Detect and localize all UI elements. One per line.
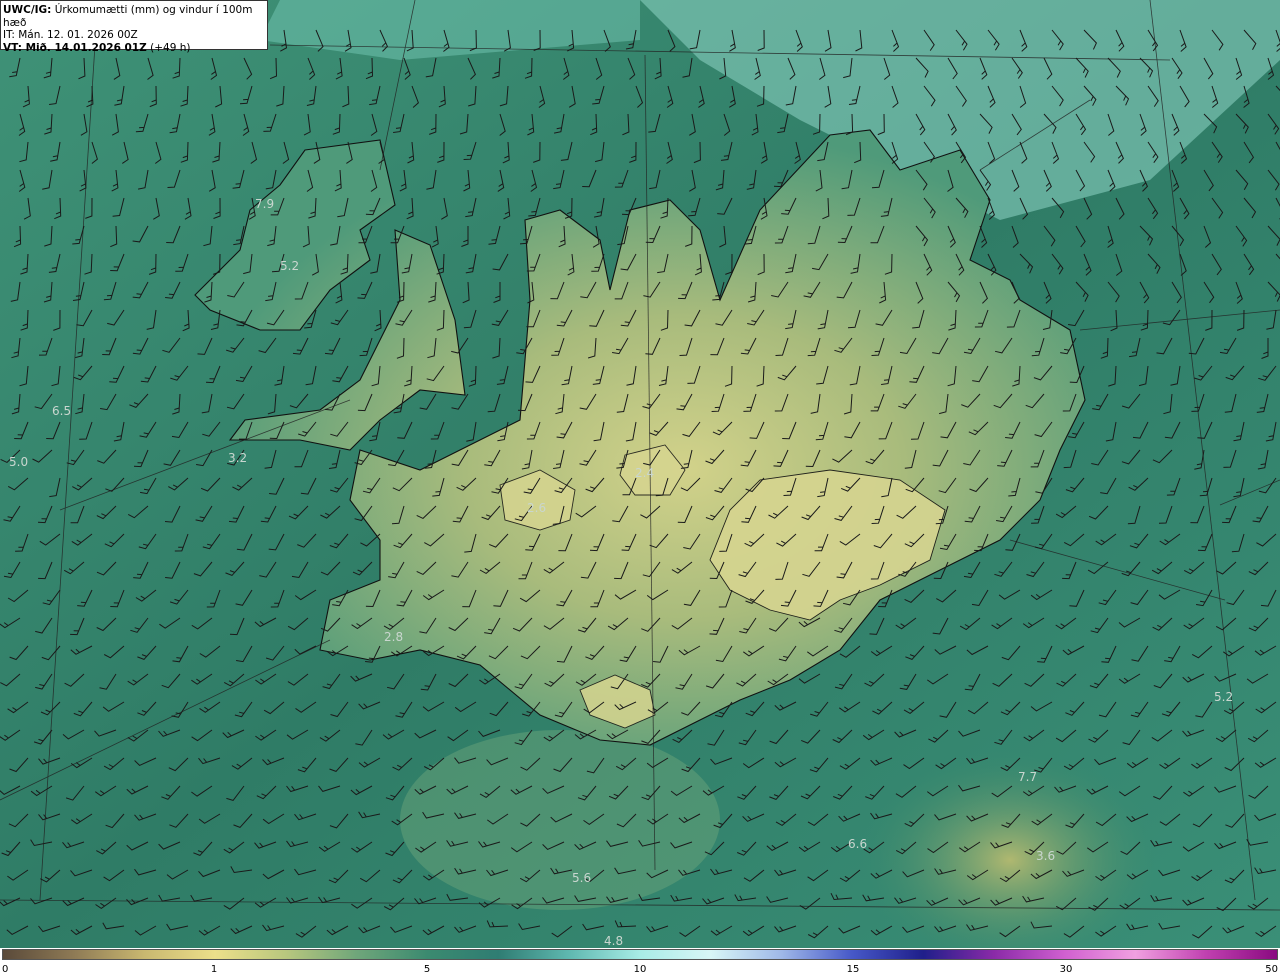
map-value: 3.2	[228, 451, 247, 465]
map-title-box: UWC/IG: Úrkomumætti (mm) og vindur í 100…	[0, 0, 268, 54]
colorbar-tick: 10	[633, 964, 647, 975]
valid-time: VT: Mið. 14.01.2026 01Z	[3, 41, 147, 54]
colorbar-tick: 50	[1265, 964, 1278, 975]
valid-time-line: VT: Mið. 14.01.2026 01Z (+49 h)	[3, 42, 265, 55]
model-label: UWC/IG:	[3, 4, 52, 16]
issue-time: IT: Mán. 12. 01. 2026 00Z	[3, 29, 138, 41]
map-value: 7.7	[1018, 770, 1037, 784]
forecast-map: 7.9 5.2 6.5 5.0 3.2 2.6 2.4 2.8 5.2 7.7 …	[0, 0, 1280, 948]
colorbar-tick: 5	[423, 964, 431, 975]
map-value: 5.2	[1214, 690, 1233, 704]
lead-time: (+49 h)	[150, 41, 191, 54]
map-value: 5.0	[9, 455, 28, 469]
map-value: 7.9	[255, 197, 274, 211]
map-value: 4.8	[604, 934, 623, 948]
colorbar-tick: 1	[210, 964, 218, 975]
map-value: 2.4	[635, 466, 654, 480]
color-legend: 0 1 5 10 15 30 50	[0, 948, 1280, 978]
map-value: 6.5	[52, 404, 71, 418]
colorbar-strip	[2, 949, 1278, 960]
map-value: 2.8	[384, 630, 403, 644]
weather-map-view: 7.9 5.2 6.5 5.0 3.2 2.6 2.4 2.8 5.2 7.7 …	[0, 0, 1280, 978]
map-value: 5.6	[572, 871, 591, 885]
title-line: UWC/IG: Úrkomumætti (mm) og vindur í 100…	[3, 4, 265, 29]
map-value: 2.6	[527, 501, 546, 515]
map-value: 3.6	[1036, 849, 1055, 863]
map-value: 6.6	[848, 837, 867, 851]
map-value: 5.2	[280, 259, 299, 273]
colorbar-tick: 30	[1059, 964, 1073, 975]
colorbar-tick: 0	[2, 964, 9, 975]
colorbar-tick: 15	[846, 964, 860, 975]
